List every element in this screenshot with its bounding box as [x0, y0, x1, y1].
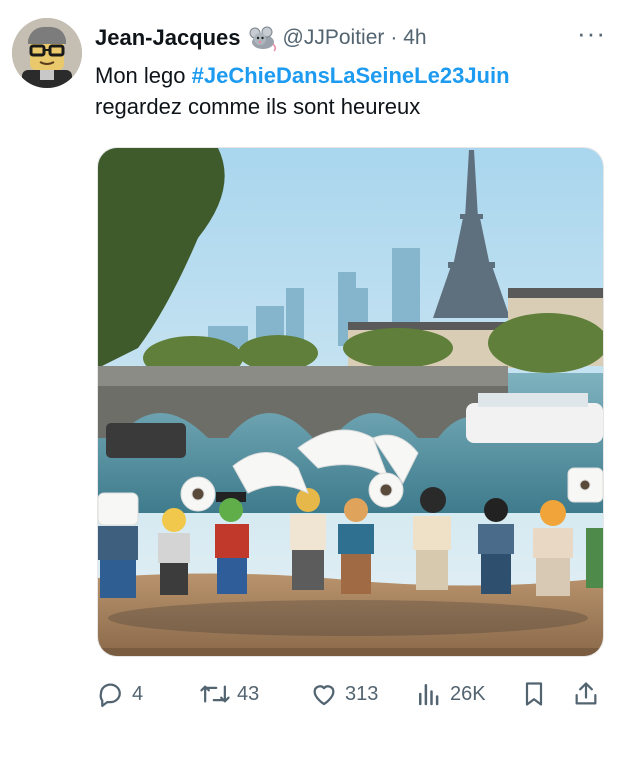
views-count: 26K — [450, 682, 486, 705]
views-icon — [419, 684, 439, 706]
reply-icon — [99, 683, 121, 707]
author-name[interactable]: Jean-Jacques — [95, 25, 241, 51]
bookmark-icon — [525, 682, 543, 706]
tweet-image[interactable] — [97, 147, 604, 657]
retweet-count: 43 — [237, 682, 260, 705]
retweet-button[interactable]: 43 — [199, 676, 259, 712]
like-button[interactable]: 313 — [309, 676, 378, 712]
reply-button[interactable]: 4 — [96, 676, 143, 712]
tweet-time[interactable]: · 4h — [390, 26, 426, 50]
tweet-header: Jean-Jacques @JJPoitier · 4h ··· — [95, 18, 606, 54]
tweet-actions: 4 43 313 26K — [96, 676, 606, 712]
hashtag-link[interactable]: #JeChieDansLaSeineLe23Juin — [192, 63, 510, 88]
views-button[interactable]: 26K — [414, 676, 486, 712]
share-button[interactable] — [572, 676, 606, 712]
tweet-text-prefix: Mon lego — [95, 63, 192, 88]
tweet-text-line: regardez comme ils sont heureux — [95, 94, 421, 119]
avatar[interactable] — [12, 18, 82, 88]
retweet-icon — [200, 685, 230, 703]
heart-icon — [313, 685, 335, 706]
reply-count: 4 — [132, 682, 144, 705]
share-icon — [575, 682, 597, 705]
avatar-image — [12, 18, 82, 88]
tweet-text: Mon lego #JeChieDansLaSeineLe23Juin rega… — [95, 60, 510, 122]
author-handle[interactable]: @JJPoitier — [283, 26, 385, 50]
like-count: 313 — [345, 682, 379, 705]
rat-badge-icon — [247, 24, 277, 52]
more-options-button[interactable]: ··· — [577, 18, 606, 49]
bookmark-button[interactable] — [520, 676, 554, 712]
lego-seine-illustration — [98, 148, 603, 656]
